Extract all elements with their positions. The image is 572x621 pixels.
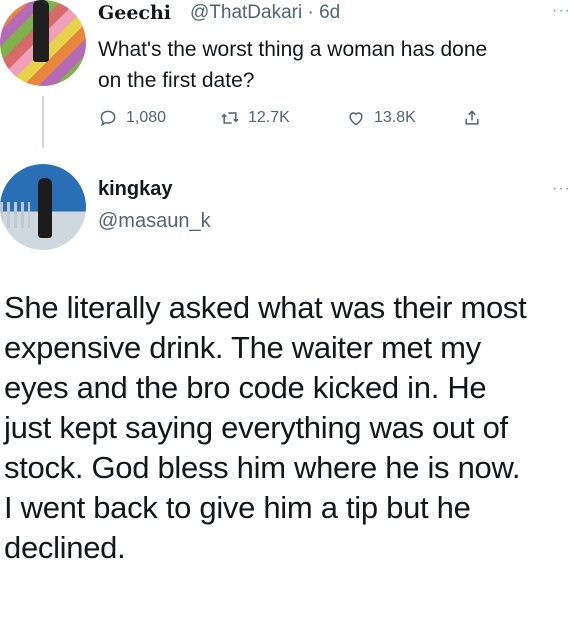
reply-text-line: stock. God bless him where he is now. (4, 450, 521, 485)
tweet-text-line: What's the worst thing a woman has done (98, 38, 488, 61)
reply-count: 1,080 (126, 109, 167, 126)
reply-author-name[interactable]: kingkay (98, 178, 172, 201)
more-options-icon[interactable]: ··· (552, 2, 571, 20)
reply-author-handle[interactable]: @masaun_k (98, 210, 211, 233)
reply-text-line: I went back to give him a tip but he (4, 490, 471, 525)
reply-text-line: declined. (4, 530, 126, 565)
tweet-text: What's the worst thing a woman has done … (98, 34, 558, 96)
reply-icon (100, 110, 116, 127)
avatar[interactable] (0, 0, 86, 86)
reply-text-line: just kept saying everything was out of (4, 410, 508, 445)
tweet-text-line: on the first date? (98, 69, 255, 92)
reply-button[interactable]: 1,080 (98, 108, 166, 128)
avatar[interactable] (0, 164, 86, 250)
like-count: 13.8K (374, 109, 416, 126)
author-handle-line: @ThatDakari · 6d (190, 2, 340, 24)
more-options-icon[interactable]: ··· (552, 180, 571, 198)
separator-dot: · (302, 2, 320, 23)
reply-text: She literally asked what was their most … (4, 288, 572, 568)
author-name[interactable]: Geechi (98, 2, 171, 24)
like-icon (349, 112, 363, 126)
retweet-count: 12.7K (248, 109, 290, 126)
retweet-icon (221, 112, 239, 124)
thread-line (42, 96, 44, 148)
share-button[interactable] (462, 108, 490, 128)
tweet-age[interactable]: 6d (319, 2, 340, 23)
reply-text-line: She literally asked what was their most (4, 290, 527, 325)
reply-text-line: expensive drink. The waiter met my (4, 330, 481, 365)
share-icon (465, 110, 479, 125)
reply-text-line: eyes and the bro code kicked in. He (4, 370, 487, 405)
author-handle[interactable]: @ThatDakari (190, 2, 302, 23)
like-button[interactable]: 13.8K (346, 108, 416, 128)
retweet-button[interactable]: 12.7K (220, 108, 290, 128)
